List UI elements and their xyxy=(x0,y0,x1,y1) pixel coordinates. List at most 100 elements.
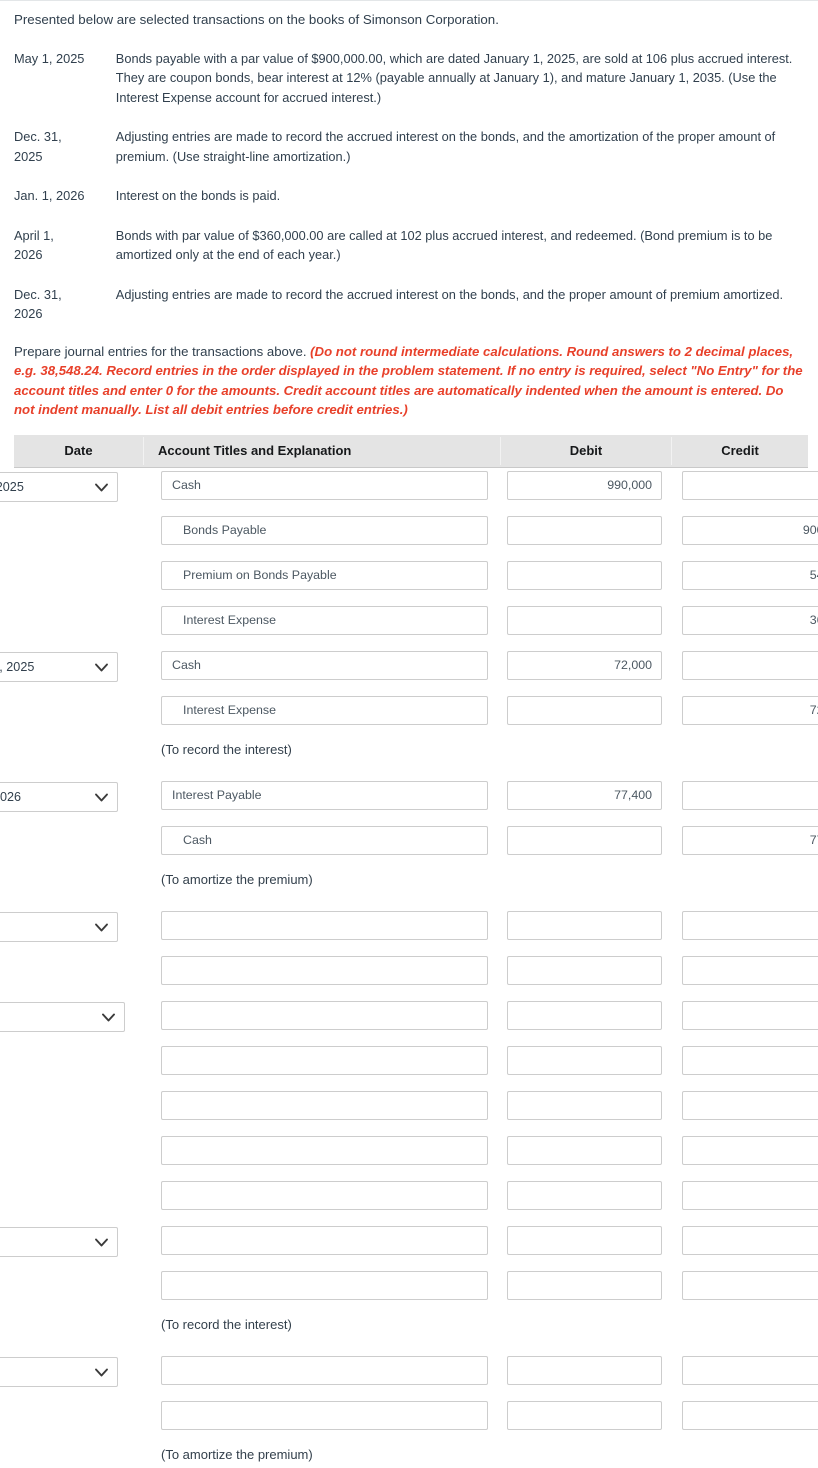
debit-amount-input[interactable] xyxy=(507,1226,662,1255)
transaction-description: Adjusting entries are made to record the… xyxy=(115,286,784,302)
credit-amount-input[interactable] xyxy=(682,956,818,985)
account-title-input[interactable]: Cash xyxy=(161,826,488,855)
account-title-input[interactable]: Bonds Payable xyxy=(161,516,488,545)
account-title-input[interactable] xyxy=(161,1181,488,1210)
debit-amount-input[interactable] xyxy=(507,1401,662,1430)
debit-amount-input[interactable] xyxy=(507,561,662,590)
debit-amount-input[interactable] xyxy=(507,1046,662,1075)
date-select[interactable]: ec. 31, 2025 xyxy=(0,652,118,682)
chevron-down-icon xyxy=(94,480,109,495)
date-select[interactable]: ay 1, 2025 xyxy=(0,472,118,502)
prepare-lead: Prepare journal entries for the transact… xyxy=(14,344,311,359)
credit-amount-value xyxy=(689,1047,818,1074)
debit-amount-input[interactable] xyxy=(507,826,662,855)
debit-amount-input[interactable] xyxy=(507,911,662,940)
entry-memo-text: (To amortize the premium) xyxy=(161,872,313,887)
credit-amount-value xyxy=(689,1092,818,1119)
date-select[interactable] xyxy=(0,1227,118,1257)
credit-amount-input[interactable] xyxy=(682,1271,818,1300)
account-title-input[interactable] xyxy=(161,911,488,940)
account-title-value xyxy=(172,1357,481,1384)
date-select[interactable] xyxy=(0,1357,118,1387)
credit-amount-input[interactable]: 72, xyxy=(682,696,818,725)
debit-amount-input[interactable]: 77,400 xyxy=(507,781,662,810)
entry-memo-text: (To record the interest) xyxy=(161,742,292,757)
account-title-value: Premium on Bonds Payable xyxy=(183,568,337,582)
credit-amount-input[interactable]: 77, xyxy=(682,826,818,855)
credit-amount-value xyxy=(689,652,818,679)
account-title-value xyxy=(172,957,481,984)
credit-amount-input[interactable] xyxy=(682,471,818,500)
account-title-input[interactable] xyxy=(161,956,488,985)
prepare-instructions: Prepare journal entries for the transact… xyxy=(14,342,804,420)
debit-amount-value xyxy=(514,1092,652,1119)
transaction-date: Jan. 1, 2026 xyxy=(14,188,85,204)
account-title-input[interactable]: Interest Expense xyxy=(161,696,488,725)
date-select[interactable] xyxy=(0,912,118,942)
debit-amount-input[interactable] xyxy=(507,1091,662,1120)
credit-amount-input[interactable] xyxy=(682,1091,818,1120)
credit-amount-value: 36, xyxy=(809,613,818,627)
account-title-input[interactable]: Premium on Bonds Payable xyxy=(161,561,488,590)
journal-entry-row xyxy=(0,1179,818,1224)
account-title-input[interactable] xyxy=(161,1001,488,1030)
debit-amount-input[interactable] xyxy=(507,956,662,985)
debit-amount-value: 72,000 xyxy=(614,658,652,672)
account-title-value xyxy=(172,1227,481,1254)
credit-amount-input[interactable] xyxy=(682,1046,818,1075)
account-title-input[interactable] xyxy=(161,1226,488,1255)
date-select[interactable]: n. 1, 2026 xyxy=(0,782,118,812)
account-title-input[interactable]: Cash xyxy=(161,471,488,500)
credit-amount-input[interactable] xyxy=(682,1356,818,1385)
account-title-input[interactable] xyxy=(161,1356,488,1385)
journal-entry-row: Interest Expense 72, xyxy=(0,694,818,739)
account-title-input[interactable]: Cash xyxy=(161,651,488,680)
transaction-row: Dec. 31, 2025 Adjusting entries are made … xyxy=(14,127,804,186)
account-title-value: Cash xyxy=(183,833,212,847)
account-title-input[interactable] xyxy=(161,1046,488,1075)
credit-amount-input[interactable] xyxy=(682,911,818,940)
credit-amount-input[interactable] xyxy=(682,1136,818,1165)
debit-amount-input[interactable] xyxy=(507,1001,662,1030)
debit-amount-value xyxy=(514,1002,652,1029)
credit-amount-input[interactable] xyxy=(682,781,818,810)
account-title-input[interactable] xyxy=(161,1136,488,1165)
account-title-value: Bonds Payable xyxy=(183,523,267,537)
credit-amount-input[interactable] xyxy=(682,651,818,680)
debit-amount-input[interactable] xyxy=(507,1181,662,1210)
account-title-input[interactable] xyxy=(161,1271,488,1300)
debit-amount-input[interactable] xyxy=(507,516,662,545)
debit-amount-input[interactable] xyxy=(507,1271,662,1300)
credit-amount-input[interactable]: 36, xyxy=(682,606,818,635)
credit-amount-input[interactable]: 54, xyxy=(682,561,818,590)
account-title-input[interactable] xyxy=(161,1401,488,1430)
account-title-input[interactable] xyxy=(161,1091,488,1120)
transaction-date: Dec. 31, 2025 xyxy=(14,129,62,164)
account-title-input[interactable]: Interest Payable xyxy=(161,781,488,810)
credit-amount-input[interactable]: 900, xyxy=(682,516,818,545)
column-header-credit: Credit xyxy=(721,443,759,458)
journal-entry-row xyxy=(0,1399,818,1444)
account-title-value xyxy=(172,1272,481,1299)
debit-amount-value xyxy=(514,1182,652,1209)
debit-amount-input[interactable] xyxy=(507,1356,662,1385)
date-select[interactable] xyxy=(0,1002,125,1032)
debit-amount-input[interactable]: 990,000 xyxy=(507,471,662,500)
credit-amount-input[interactable] xyxy=(682,1401,818,1430)
journal-entry-row xyxy=(0,1224,818,1269)
credit-amount-input[interactable] xyxy=(682,1001,818,1030)
transaction-row: Jan. 1, 2026 Interest on the bonds is pai… xyxy=(14,186,804,225)
debit-amount-input[interactable]: 72,000 xyxy=(507,651,662,680)
credit-amount-input[interactable] xyxy=(682,1181,818,1210)
date-select-value: n. 1, 2026 xyxy=(0,790,22,804)
account-title-value xyxy=(172,1047,481,1074)
credit-amount-input[interactable] xyxy=(682,1226,818,1255)
debit-amount-input[interactable] xyxy=(507,1136,662,1165)
credit-amount-value xyxy=(689,1002,818,1029)
transaction-row: May 1, 2025 Bonds payable with a par valu… xyxy=(14,49,804,127)
debit-amount-input[interactable] xyxy=(507,606,662,635)
journal-entry-row xyxy=(0,1354,818,1399)
debit-amount-input[interactable] xyxy=(507,696,662,725)
debit-amount-value xyxy=(514,1357,652,1384)
account-title-input[interactable]: Interest Expense xyxy=(161,606,488,635)
